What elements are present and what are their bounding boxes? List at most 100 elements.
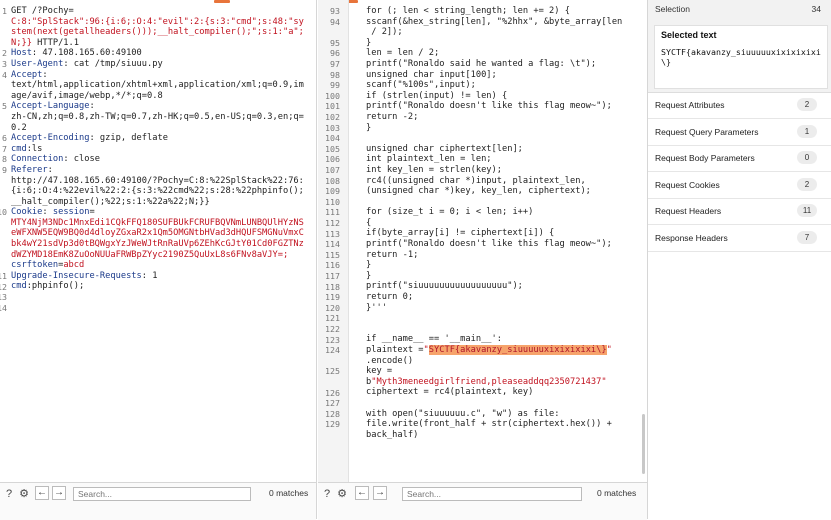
- code-token: int key_len = strlen(key);: [366, 164, 502, 175]
- request-search-input[interactable]: [73, 487, 251, 501]
- code-token: len = len / 2;: [366, 48, 440, 59]
- selection-label[interactable]: Selection: [655, 4, 690, 14]
- line-number: 120: [325, 302, 340, 313]
- response-editor[interactable]: 93 94 95 96 97 98 99 100 101 102 103 104 105 106 107 10…: [318, 0, 647, 482]
- line-number: 1: [2, 6, 7, 16]
- settings-icon[interactable]: ⚙: [18, 488, 30, 500]
- inspector-panel: Selection 34 Selected text SYCTF{akavanz…: [648, 0, 831, 519]
- inspector-section-row[interactable]: Response Headers 7: [648, 225, 831, 252]
- code-line: MTY4NjM3NDc1MnxEdi1CQkFFQ180SUFBUkFCRUFB…: [11, 218, 304, 229]
- code-token: : gzip, deflate: [89, 133, 168, 144]
- line-number: 9: [2, 165, 7, 175]
- code-token: cmd: [11, 281, 27, 292]
- code-token: ciphertext = rc4(plaintext, key): [366, 387, 534, 398]
- line-number: 106: [325, 154, 340, 165]
- line-number: 111: [325, 207, 340, 218]
- request-matches-count: 0 matches: [269, 488, 309, 498]
- response-code[interactable]: for (; len < string_length; len += 2) {s…: [366, 6, 622, 440]
- code-token: :ls: [26, 143, 43, 154]
- response-search-input[interactable]: [402, 487, 582, 501]
- code-token: :phpinfo();: [26, 281, 85, 292]
- code-token: for (; len < string_length; len += 2) {: [366, 6, 570, 16]
- code-token: csrftoken: [11, 260, 59, 271]
- code-token: / 2]);: [366, 27, 403, 38]
- inspector-section-label: Response Headers: [655, 232, 728, 243]
- code-line: .encode(): [366, 356, 622, 367]
- code-token: MTY4NjM3NDc1MnxEdi1CQkFFQ180SUFBUkFCRUFB…: [11, 217, 304, 228]
- code-line: return -2;: [366, 112, 622, 123]
- code-token: : close: [63, 154, 100, 165]
- code-line: unsigned char ciphertext[len];: [366, 144, 622, 155]
- code-line: with open("siuuuuuu.c", "w") as file:: [366, 409, 622, 420]
- response-scrollbar[interactable]: [642, 414, 645, 474]
- selected-text-value[interactable]: SYCTF{akavanzy_siuuuuuxixixixixi\}: [661, 47, 825, 67]
- code-line: Host: 47.108.165.60:49100: [11, 48, 304, 59]
- inspector-section-row[interactable]: Request Query Parameters 1: [648, 119, 831, 146]
- line-number: 116: [325, 260, 340, 271]
- previous-match-button[interactable]: ←: [355, 486, 369, 500]
- selection-section: Selection 34 Selected text SYCTF{akavanz…: [648, 0, 831, 93]
- code-token: int plaintext_len = len;: [366, 154, 492, 165]
- code-token: abcd: [63, 260, 85, 271]
- line-number: 117: [325, 271, 340, 281]
- line-number: 93: [330, 6, 340, 16]
- code-token: printf("Ronaldo said he wanted a flag: \…: [366, 58, 597, 69]
- code-token: GET /?Pochy=: [11, 6, 74, 16]
- inspector-section-label: Request Attributes: [655, 100, 725, 110]
- code-line: back_half): [366, 430, 622, 441]
- code-token: back_half): [366, 429, 419, 440]
- code-line: if(byte_array[i] != ciphertext[i]) {: [366, 228, 622, 239]
- help-icon[interactable]: ?: [3, 488, 15, 500]
- code-line: (unsigned char *)key, key_len, ciphertex…: [366, 186, 622, 197]
- code-line: csrftoken=abcd: [11, 260, 304, 271]
- line-number: 113: [325, 228, 340, 239]
- response-tab-indicator: [348, 0, 358, 3]
- code-token: {: [366, 217, 372, 228]
- code-line: sscanf(&hex_string[len], "%2hhx", &byte_…: [366, 17, 622, 28]
- line-number: 121: [325, 313, 340, 324]
- code-token: unsigned char ciphertext[len];: [366, 143, 523, 154]
- request-code[interactable]: GET /?Pochy= C:8:"SplStack":96:{i:6;:O:4:…: [11, 6, 304, 313]
- code-line: zh-CN,zh;q=0.8,zh-TW;q=0.7,zh-HK;q=0.5,e…: [11, 112, 304, 123]
- line-number: 5: [2, 101, 7, 112]
- code-token: printf("Ronaldo doesn't like this flag m…: [366, 239, 612, 250]
- response-matches-count: 0 matches: [597, 488, 637, 498]
- code-token: }: [366, 37, 372, 48]
- inspector-section-row[interactable]: Request Attributes 2: [648, 92, 831, 119]
- code-token: N;}}: [11, 37, 38, 48]
- line-number: 129: [325, 419, 340, 430]
- code-token: return 0;: [366, 292, 414, 303]
- code-line: plaintext ="SYCTF{akavanzy_siuuuuuxixixi…: [366, 345, 622, 356]
- code-line: }: [366, 38, 622, 49]
- code-token: Accept-Language: [11, 101, 90, 112]
- previous-match-button[interactable]: ←: [35, 486, 49, 500]
- code-line: len = len / 2;: [366, 48, 622, 59]
- code-line: printf("Ronaldo doesn't like this flag m…: [366, 101, 622, 112]
- line-number: 109: [325, 186, 340, 197]
- line-number: 98: [330, 69, 340, 80]
- next-match-button[interactable]: →: [373, 486, 387, 500]
- inspector-section-row[interactable]: Request Body Parameters 0: [648, 145, 831, 172]
- pane-divider[interactable]: [316, 0, 317, 519]
- code-line: unsigned char input[100];: [366, 70, 622, 81]
- line-number: 102: [325, 112, 340, 122]
- code-line: }: [366, 271, 622, 282]
- code-line: N;}} HTTP/1.1: [11, 38, 304, 49]
- next-match-button[interactable]: →: [52, 486, 66, 500]
- inspector-section-row[interactable]: Request Headers 11: [648, 198, 831, 225]
- line-number: 13: [0, 292, 7, 303]
- code-line: Connection: close: [11, 154, 304, 165]
- line-number: 126: [325, 387, 340, 398]
- code-token: C:8:"SplStack":96:{i:6;:O:4:"evil":2:{s:…: [11, 16, 304, 27]
- code-token: for (size_t i = 0; i < len; i++): [366, 207, 534, 218]
- request-editor[interactable]: GET /?Pochy= C:8:"SplStack":96:{i:6;:O:4:…: [0, 0, 316, 482]
- request-tab-indicator: [214, 0, 230, 3]
- code-line: file.write(front_half + str(ciphertext.h…: [366, 419, 622, 430]
- settings-icon[interactable]: ⚙: [336, 488, 348, 500]
- help-icon[interactable]: ?: [321, 488, 333, 500]
- line-number: 122: [325, 324, 340, 334]
- inspector-section-row[interactable]: Request Cookies 2: [648, 172, 831, 199]
- selection-count: 34: [811, 4, 821, 14]
- code-token: cmd: [11, 143, 27, 154]
